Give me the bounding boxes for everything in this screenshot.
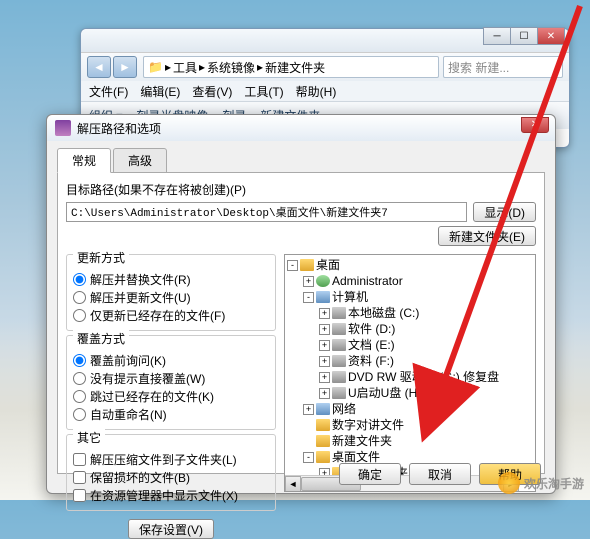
back-button[interactable]: ◄ bbox=[87, 56, 111, 78]
path-input[interactable] bbox=[66, 202, 467, 222]
dialog-close-button[interactable]: ✕ bbox=[521, 117, 549, 133]
tree-toggle-icon[interactable]: - bbox=[287, 260, 298, 271]
overwrite-mode-group: 覆盖方式 覆盖前询问(K) 没有提示直接覆盖(W) 跳过已经存在的文件(K) 自… bbox=[66, 335, 276, 430]
breadcrumb[interactable]: 📁 ▸ 工具 ▸ 系统镜像 ▸ 新建文件夹 bbox=[143, 56, 439, 78]
drive-icon bbox=[332, 339, 346, 351]
tab-general[interactable]: 常规 bbox=[57, 148, 111, 173]
overwrite-opt-2[interactable]: 跳过已经存在的文件(K) bbox=[73, 387, 269, 405]
tree-toggle-icon[interactable]: - bbox=[303, 292, 314, 303]
tree-toggle-icon[interactable]: - bbox=[303, 452, 314, 463]
scroll-left-button[interactable]: ◄ bbox=[285, 476, 301, 492]
tree-row[interactable]: + 本地磁盘 (C:) bbox=[287, 305, 533, 321]
other-opt-0[interactable]: 解压压缩文件到子文件夹(L) bbox=[73, 450, 269, 468]
drive-icon bbox=[332, 355, 346, 367]
tree-label: 本地磁盘 (C:) bbox=[348, 305, 419, 321]
tree-row[interactable]: + DVD RW 驱动器 (G:) 修复盘 bbox=[287, 369, 533, 385]
save-settings-button[interactable]: 保存设置(V) bbox=[128, 519, 214, 539]
tree-toggle-icon[interactable]: + bbox=[319, 388, 330, 399]
display-button[interactable]: 显示(D) bbox=[473, 202, 536, 222]
menu-view[interactable]: 查看(V) bbox=[192, 83, 232, 100]
tree-label: 软件 (D:) bbox=[348, 321, 395, 337]
computer-icon bbox=[316, 291, 330, 303]
menu-help[interactable]: 帮助(H) bbox=[296, 83, 337, 100]
tree-label: 数字对讲文件 bbox=[332, 417, 404, 433]
forward-button[interactable]: ► bbox=[113, 56, 137, 78]
tree-row[interactable]: 数字对讲文件 bbox=[287, 417, 533, 433]
folder-tree[interactable]: -桌面+Administrator-计算机+本地磁盘 (C:)+软件 (D:)+… bbox=[284, 254, 536, 492]
tree-toggle-icon[interactable]: + bbox=[319, 308, 330, 319]
drive-icon bbox=[332, 387, 346, 399]
tree-row[interactable]: + 资料 (F:) bbox=[287, 353, 533, 369]
tree-toggle-icon[interactable]: + bbox=[303, 404, 314, 415]
update-opt-1[interactable]: 解压并更新文件(U) bbox=[73, 288, 269, 306]
other-opt-1[interactable]: 保留损坏的文件(B) bbox=[73, 468, 269, 486]
tree-label: 网络 bbox=[332, 401, 356, 417]
tree-label: 新建文件夹 bbox=[332, 433, 392, 449]
update-opt-2[interactable]: 仅更新已经存在的文件(F) bbox=[73, 306, 269, 324]
watermark: 欢乐淘手游 bbox=[498, 472, 584, 494]
new-folder-button[interactable]: 新建文件夹(E) bbox=[438, 226, 536, 246]
tree-row[interactable]: - 桌面 bbox=[287, 257, 533, 273]
tree-toggle-icon[interactable]: + bbox=[319, 340, 330, 351]
winrar-icon bbox=[55, 120, 71, 136]
maximize-button[interactable]: ☐ bbox=[510, 27, 538, 45]
menu-bar: 文件(F) 编辑(E) 查看(V) 工具(T) 帮助(H) bbox=[81, 81, 569, 101]
tree-toggle-icon[interactable]: + bbox=[303, 276, 314, 287]
other-group: 其它 解压压缩文件到子文件夹(L) 保留损坏的文件(B) 在资源管理器中显示文件… bbox=[66, 434, 276, 511]
folder-icon bbox=[300, 259, 314, 271]
tree-label: Administrator bbox=[332, 273, 403, 289]
overwrite-opt-1[interactable]: 没有提示直接覆盖(W) bbox=[73, 369, 269, 387]
update-mode-group: 更新方式 解压并替换文件(R) 解压并更新文件(U) 仅更新已经存在的文件(F) bbox=[66, 254, 276, 331]
dialog-title: 解压路径和选项 bbox=[77, 120, 161, 137]
tree-row[interactable]: + 网络 bbox=[287, 401, 533, 417]
tab-advanced[interactable]: 高级 bbox=[113, 148, 167, 173]
menu-file[interactable]: 文件(F) bbox=[89, 83, 128, 100]
cancel-button[interactable]: 取消 bbox=[409, 463, 471, 485]
tree-row[interactable]: + 文档 (E:) bbox=[287, 337, 533, 353]
update-opt-0[interactable]: 解压并替换文件(R) bbox=[73, 270, 269, 288]
tree-toggle-icon[interactable]: + bbox=[319, 372, 330, 383]
tree-row[interactable]: + U启动U盘 (H:) bbox=[287, 385, 533, 401]
other-opt-2[interactable]: 在资源管理器中显示文件(X) bbox=[73, 486, 269, 504]
tree-row[interactable]: - 计算机 bbox=[287, 289, 533, 305]
tree-label: 文档 (E:) bbox=[348, 337, 395, 353]
tree-row[interactable]: + Administrator bbox=[287, 273, 533, 289]
dialog-titlebar[interactable]: 解压路径和选项 bbox=[47, 115, 555, 141]
tree-label: U启动U盘 (H:) bbox=[348, 385, 425, 401]
drive-icon bbox=[332, 307, 346, 319]
folder-icon bbox=[316, 435, 330, 447]
folder-icon bbox=[316, 419, 330, 431]
folder-icon: 📁 bbox=[148, 60, 163, 74]
menu-edit[interactable]: 编辑(E) bbox=[140, 83, 180, 100]
minimize-button[interactable]: ─ bbox=[483, 27, 511, 45]
watermark-icon bbox=[498, 472, 520, 494]
tree-toggle-icon[interactable]: + bbox=[319, 356, 330, 367]
tree-label: 计算机 bbox=[332, 289, 368, 305]
path-label: 目标路径(如果不存在将被创建)(P) bbox=[66, 181, 536, 198]
tree-row[interactable]: + 软件 (D:) bbox=[287, 321, 533, 337]
user-icon bbox=[316, 275, 330, 287]
ok-button[interactable]: 确定 bbox=[339, 463, 401, 485]
menu-tools[interactable]: 工具(T) bbox=[244, 83, 283, 100]
computer-icon bbox=[316, 403, 330, 415]
tree-label: DVD RW 驱动器 (G:) 修复盘 bbox=[348, 369, 499, 385]
close-button[interactable]: ✕ bbox=[537, 27, 565, 45]
tree-toggle-icon[interactable]: + bbox=[319, 324, 330, 335]
folder-icon bbox=[316, 451, 330, 463]
overwrite-opt-0[interactable]: 覆盖前询问(K) bbox=[73, 351, 269, 369]
drive-icon bbox=[332, 323, 346, 335]
overwrite-opt-3[interactable]: 自动重命名(N) bbox=[73, 405, 269, 423]
drive-icon bbox=[332, 371, 346, 383]
tree-label: 桌面 bbox=[316, 257, 340, 273]
extract-dialog: 解压路径和选项 ✕ 常规 高级 目标路径(如果不存在将被创建)(P) 显示(D)… bbox=[46, 114, 556, 494]
tree-label: 资料 (F:) bbox=[348, 353, 394, 369]
tree-row[interactable]: 新建文件夹 bbox=[287, 433, 533, 449]
search-input[interactable]: 搜索 新建... bbox=[443, 56, 563, 78]
